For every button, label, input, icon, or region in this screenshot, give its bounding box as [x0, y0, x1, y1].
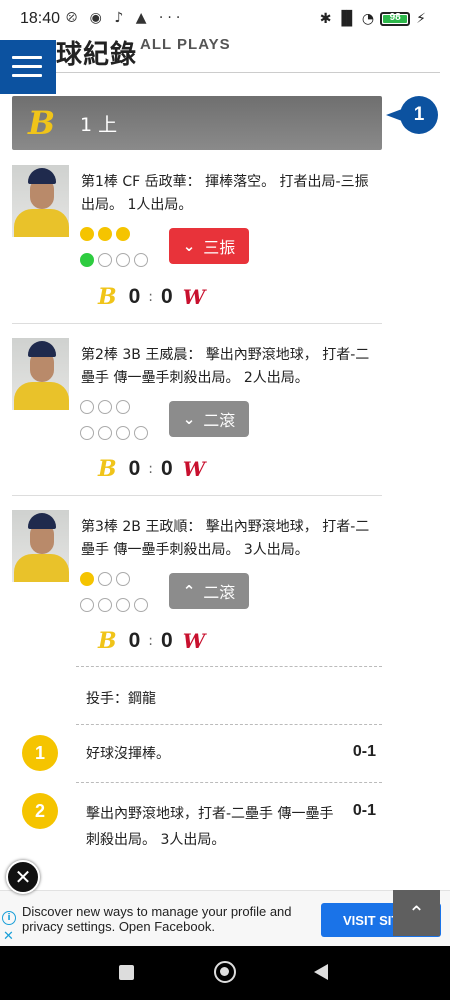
home-team-logo: W	[182, 285, 206, 309]
system-nav-bar	[0, 946, 450, 1000]
play-result-button[interactable]: ⌃ 二滾	[169, 573, 249, 609]
ad-banner[interactable]: i ✕ Discover new ways to manage your pro…	[0, 890, 450, 946]
play-entry: 第1棒 CF 岳政華： 揮棒落空。 打者出局-三振出局。 1人出局。 ⌄ 三振 …	[12, 165, 382, 330]
result-label: 二滾	[203, 411, 236, 430]
play-description: 第3棒 2B 王政順： 擊出內野滾地球， 打者-二壘手 傳一壘手刺殺出局。 3人…	[81, 519, 370, 558]
scoreline: B 0 : 0 W	[98, 456, 206, 482]
player-avatar	[12, 338, 69, 410]
away-team-logo: B	[98, 284, 117, 310]
player-avatar	[12, 165, 69, 237]
info-icon[interactable]: i	[2, 911, 16, 925]
charging-icon: ⚡	[416, 11, 426, 27]
ad-text: Discover new ways to manage your profile…	[22, 904, 292, 934]
pitch-description: 好球沒揮棒。	[86, 746, 170, 762]
dashed-divider	[76, 666, 382, 667]
page-title: 球紀錄	[56, 39, 138, 69]
dashed-divider	[76, 782, 382, 783]
play-entry: 第3棒 2B 王政順： 擊出內野滾地球， 打者-二壘手 傳一壘手刺殺出局。 3人…	[12, 510, 382, 675]
play-result-button[interactable]: ⌄ 三振	[169, 228, 249, 264]
home-team-logo: W	[182, 457, 206, 481]
status-time: 18:40	[20, 10, 61, 27]
chevron-up-icon: ⌃	[408, 901, 425, 925]
play-result-button[interactable]: ⌄ 二滾	[169, 401, 249, 437]
chevron-down-icon: ⌄	[182, 237, 196, 255]
header-divider	[12, 72, 440, 73]
pitch-count: 0-1	[352, 743, 376, 760]
chevron-up-icon: ⌃	[182, 582, 196, 600]
ball-count	[80, 400, 130, 414]
home-score: 0	[161, 629, 173, 652]
inning-label: 1 上	[80, 114, 118, 136]
inning-header[interactable]: B 1 上	[12, 96, 382, 150]
inning-number-badge[interactable]: 1	[400, 96, 438, 134]
notification-icons: ⦼ ◉ ♪ ▲ ···	[66, 10, 185, 26]
divider	[12, 495, 382, 496]
strike-count	[80, 426, 148, 440]
team-logo-b: B	[28, 104, 56, 142]
home-circle-icon[interactable]	[214, 961, 236, 983]
ball-count	[80, 572, 130, 586]
chevron-down-icon: ⌄	[182, 410, 196, 428]
play-entry: 第2棒 3B 王威晨： 擊出內野滾地球， 打者-二壘手 傳一壘手刺殺出局。 2人…	[12, 338, 382, 503]
scoreline: B 0 : 0 W	[98, 284, 206, 310]
page-subtitle: ALL PLAYS	[140, 36, 231, 53]
result-label: 三振	[203, 238, 236, 257]
home-score: 0	[161, 457, 173, 480]
pitch-number-badge: 2	[22, 793, 58, 829]
battery-icon: 98	[380, 12, 411, 26]
divider	[12, 323, 382, 324]
recents-square-icon[interactable]	[119, 965, 134, 980]
strike-count	[80, 598, 148, 612]
signal-wifi-icons: ✱ ▐▌ ◔	[319, 11, 375, 27]
ball-count	[80, 227, 130, 241]
play-description: 第1棒 CF 岳政華： 揮棒落空。 打者出局-三振出局。 1人出局。	[81, 174, 369, 213]
system-icons: ✱ ▐▌ ◔ 98 ⚡	[320, 11, 426, 27]
back-triangle-icon[interactable]	[314, 964, 328, 980]
dashed-divider	[76, 724, 382, 725]
play-description: 第2棒 3B 王威晨： 擊出內野滾地球， 打者-二壘手 傳一壘手刺殺出局。 2人…	[81, 347, 370, 386]
pitcher-label: 投手：鋼龍	[86, 691, 156, 707]
away-score: 0	[128, 629, 141, 652]
strike-count	[80, 253, 148, 267]
close-circle-icon[interactable]: ✕	[6, 860, 40, 894]
home-team-logo: W	[182, 629, 206, 653]
away-score: 0	[128, 457, 141, 480]
home-score: 0	[161, 285, 173, 308]
away-score: 0	[128, 285, 141, 308]
away-team-logo: B	[98, 456, 117, 482]
away-team-logo: B	[98, 628, 117, 654]
scoreline: B 0 : 0 W	[98, 628, 206, 654]
scroll-to-top-button[interactable]: ⌃	[393, 890, 440, 936]
ad-close-icon[interactable]: ✕	[3, 929, 14, 944]
result-label: 二滾	[203, 583, 236, 602]
battery-level: 98	[389, 12, 401, 23]
pitch-count: 0-1	[352, 802, 376, 819]
pitch-description: 擊出內野滾地球，打者-二壘手 傳一壘手刺殺出局。 3人出局。	[86, 806, 334, 848]
hamburger-menu-icon[interactable]	[0, 40, 56, 94]
player-avatar	[12, 510, 69, 582]
pitch-number-badge: 1	[22, 735, 58, 771]
